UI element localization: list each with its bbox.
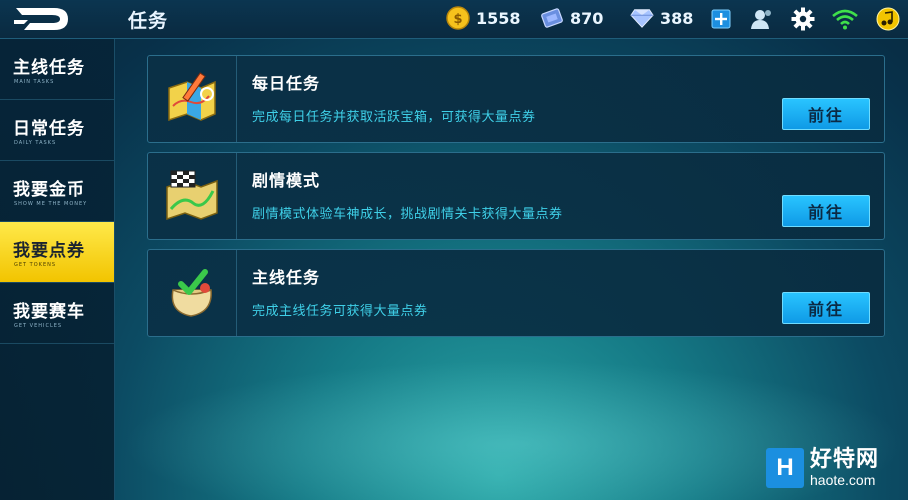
task-title: 每日任务 xyxy=(252,74,321,93)
watermark: H 好特网 haote.com xyxy=(766,448,879,488)
sidebar-item-sublabel: GET VEHICLES xyxy=(14,323,63,329)
top-bar: 任务 $ 1558 870 388 xyxy=(0,0,908,39)
friends-icon[interactable] xyxy=(749,6,775,32)
gift-bag-icon xyxy=(148,250,237,336)
task-card-main: 主线任务 完成主线任务可获得大量点券 前往 xyxy=(147,249,885,337)
sidebar-item-sublabel: MAIN TASKS xyxy=(14,79,55,85)
sidebar-item-sublabel: DAILY TASKS xyxy=(14,140,57,146)
sidebar-item-sublabel: GET TOKENS xyxy=(14,262,57,268)
map-pen-icon xyxy=(148,56,237,142)
sidebar-item-get-vehicles[interactable]: 我要赛车 GET VEHICLES xyxy=(0,283,114,344)
diamond-counter: 388 xyxy=(630,6,693,30)
sidebar-item-label: 我要金币 xyxy=(13,180,85,200)
watermark-url: haote.com xyxy=(810,472,876,488)
sidebar-item-sublabel: SHOW ME THE MONEY xyxy=(14,201,88,207)
watermark-name: 好特网 xyxy=(810,447,880,472)
go-button[interactable]: 前往 xyxy=(782,292,870,324)
diamond-value: 388 xyxy=(660,8,694,28)
token-counter: 870 xyxy=(540,6,603,30)
race-map-icon xyxy=(148,153,237,239)
logo-icon[interactable] xyxy=(14,4,70,34)
svg-text:$: $ xyxy=(453,12,462,27)
token-icon xyxy=(540,6,564,30)
page-title: 任务 xyxy=(128,10,169,32)
diamond-icon xyxy=(630,6,654,30)
wifi-icon xyxy=(832,6,858,32)
gear-icon[interactable] xyxy=(790,6,816,32)
music-icon[interactable] xyxy=(875,6,901,32)
go-button[interactable]: 前往 xyxy=(782,195,870,227)
go-button[interactable]: 前往 xyxy=(782,98,870,130)
sidebar-item-daily-tasks[interactable]: 日常任务 DAILY TASKS xyxy=(0,100,114,161)
plus-icon[interactable] xyxy=(708,6,734,32)
sidebar-item-label: 我要赛车 xyxy=(13,302,85,322)
token-value: 870 xyxy=(570,8,604,28)
watermark-logo: H xyxy=(766,448,804,488)
task-description: 剧情模式体验车神成长，挑战剧情关卡获得大量点券 xyxy=(252,207,563,222)
coin-counter: $ 1558 xyxy=(446,6,521,30)
sidebar-item-label: 日常任务 xyxy=(13,119,85,139)
task-description: 完成每日任务并获取活跃宝箱，可获得大量点券 xyxy=(252,110,536,125)
task-description: 完成主线任务可获得大量点券 xyxy=(252,304,428,319)
coin-value: 1558 xyxy=(476,8,521,28)
sidebar-item-get-coins[interactable]: 我要金币 SHOW ME THE MONEY xyxy=(0,161,114,222)
task-card-story: 剧情模式 剧情模式体验车神成长，挑战剧情关卡获得大量点券 前往 xyxy=(147,152,885,240)
task-title: 剧情模式 xyxy=(252,171,321,190)
task-title: 主线任务 xyxy=(252,268,321,287)
sidebar-item-label: 主线任务 xyxy=(13,58,85,78)
sidebar-item-label: 我要点券 xyxy=(13,241,85,261)
task-card-daily: 每日任务 完成每日任务并获取活跃宝箱，可获得大量点券 前往 xyxy=(147,55,885,143)
coin-icon: $ xyxy=(446,6,470,30)
sidebar-item-main-tasks[interactable]: 主线任务 MAIN TASKS xyxy=(0,39,114,100)
sidebar: 主线任务 MAIN TASKS 日常任务 DAILY TASKS 我要金币 SH… xyxy=(0,39,115,500)
sidebar-item-get-tokens[interactable]: 我要点券 GET TOKENS xyxy=(0,222,114,283)
